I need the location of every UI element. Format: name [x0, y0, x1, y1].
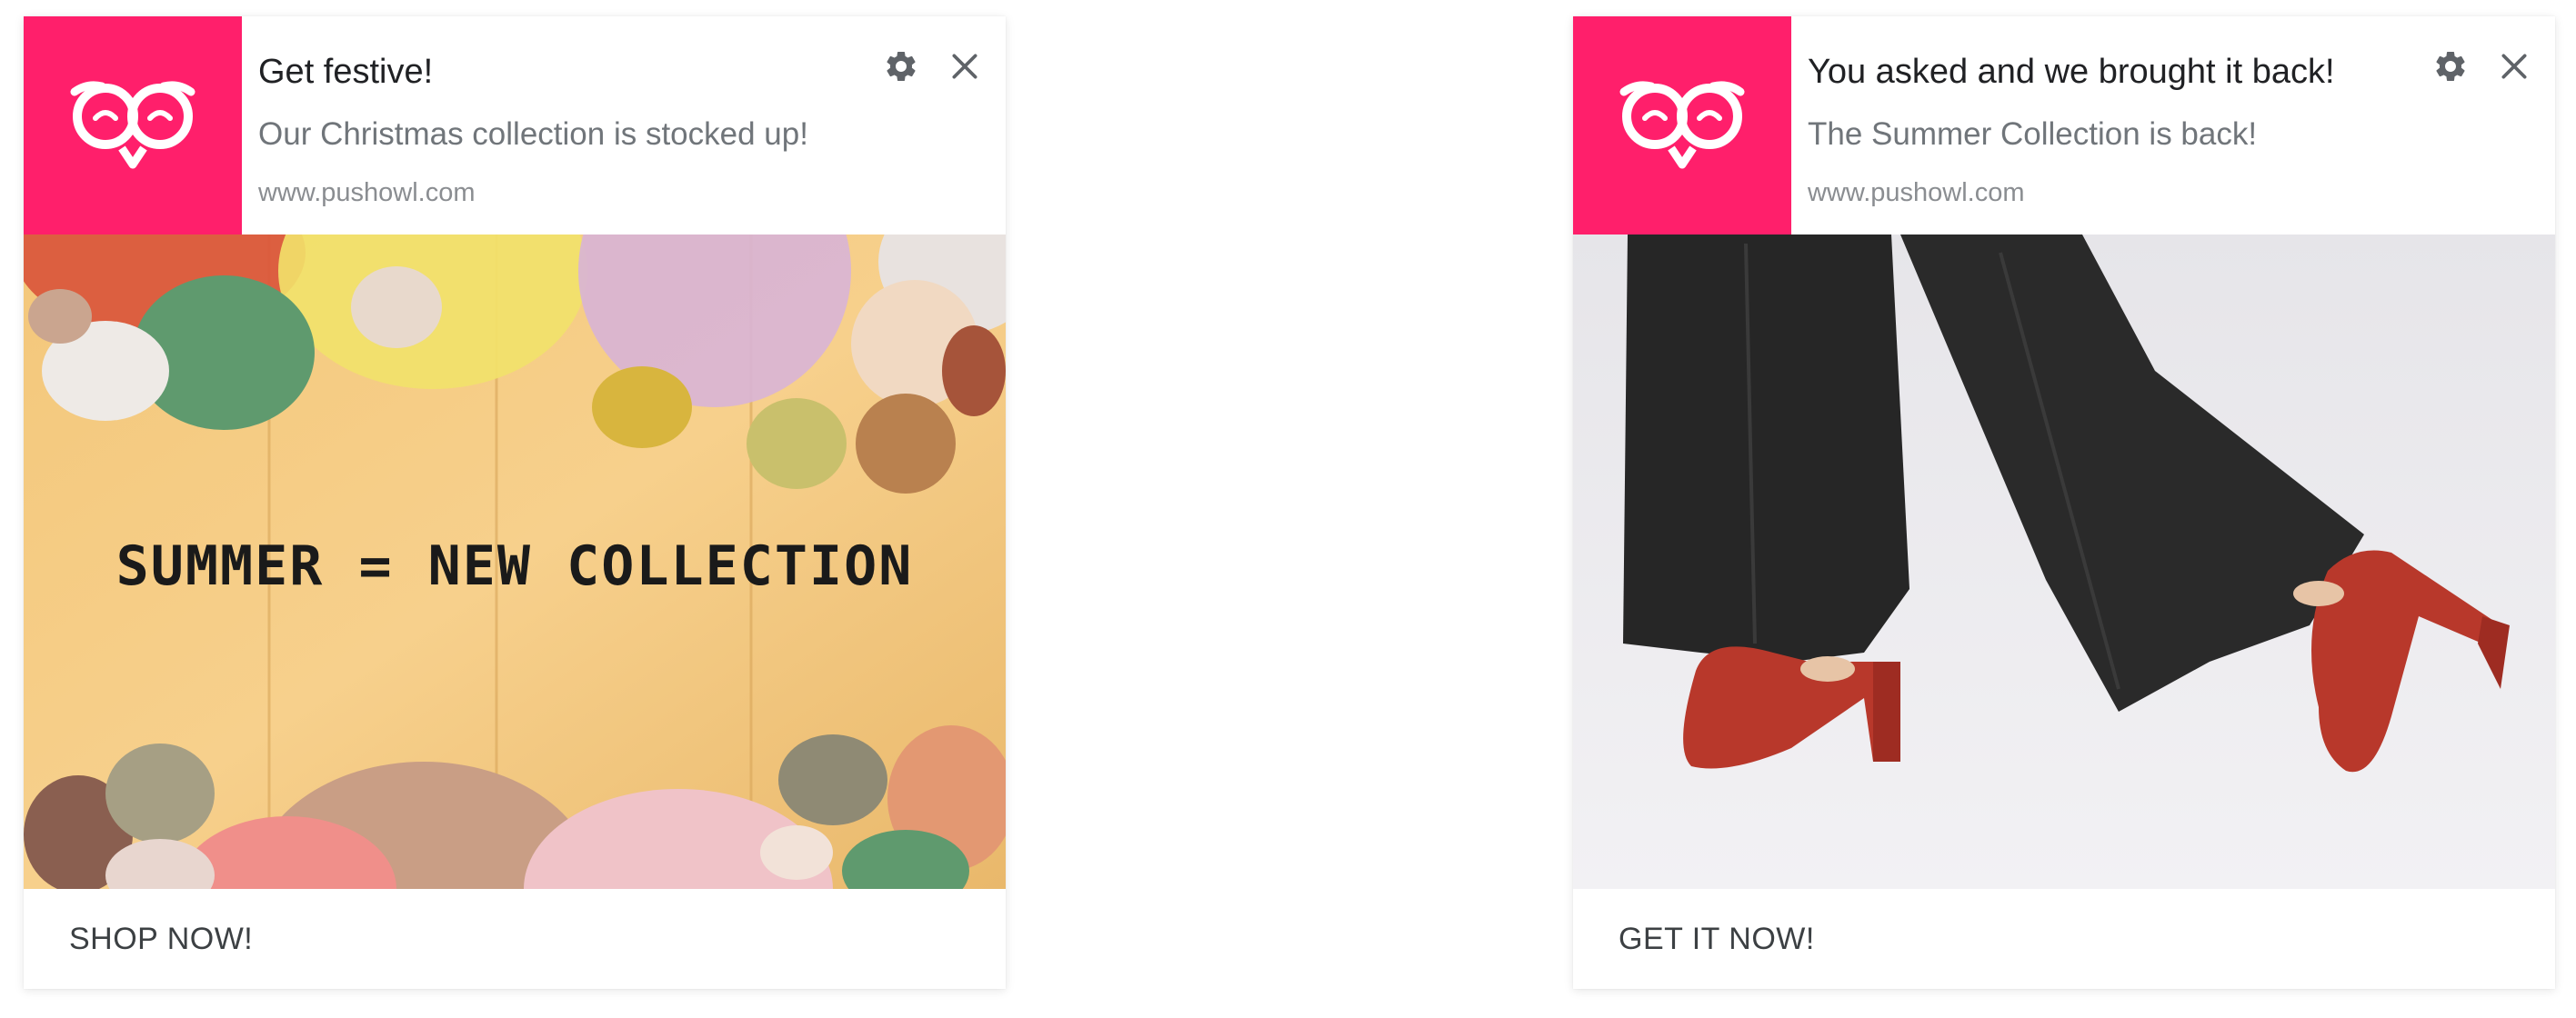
notification-actions: SHOP NOW!: [24, 889, 1006, 989]
gear-icon: [2436, 51, 2465, 81]
brand-logo: [1573, 16, 1791, 235]
push-notification-2[interactable]: You asked and we brought it back! The Su…: [1573, 16, 2555, 989]
notification-site: www.pushowl.com: [1808, 178, 2025, 207]
close-button[interactable]: [2491, 44, 2537, 89]
settings-button[interactable]: [878, 44, 924, 89]
gear-icon: [887, 51, 916, 81]
notification-image-seashells: SUMMER = NEW COLLECTION: [24, 235, 1006, 889]
settings-button[interactable]: [2428, 44, 2473, 89]
owl-logo-icon: [70, 81, 195, 169]
close-icon: [952, 54, 977, 79]
get-it-now-button[interactable]: GET IT NOW!: [1619, 889, 1815, 989]
close-icon: [2501, 54, 2527, 79]
notification-header: You asked and we brought it back! The Su…: [1573, 16, 2555, 235]
notification-actions: GET IT NOW!: [1573, 889, 2555, 989]
notifications-canvas: Get festive! Our Christmas collection is…: [0, 0, 2576, 1018]
notification-title: You asked and we brought it back!: [1808, 53, 2335, 91]
owl-logo-icon: [1619, 81, 1745, 169]
notification-message: Our Christmas collection is stocked up!: [258, 116, 808, 152]
close-button[interactable]: [942, 44, 987, 89]
trousers-heels-image: [1573, 235, 2555, 889]
notification-header: Get festive! Our Christmas collection is…: [24, 16, 1006, 235]
push-notification-1[interactable]: Get festive! Our Christmas collection is…: [24, 16, 1006, 989]
notification-title: Get festive!: [258, 53, 434, 91]
notification-site: www.pushowl.com: [258, 178, 476, 207]
image-caption-text: SUMMER = NEW COLLECTION: [115, 534, 914, 598]
notification-image-fashion: [1573, 235, 2555, 889]
brand-logo: [24, 16, 242, 235]
shop-now-button[interactable]: SHOP NOW!: [69, 889, 253, 989]
notification-message: The Summer Collection is back!: [1808, 116, 2258, 152]
